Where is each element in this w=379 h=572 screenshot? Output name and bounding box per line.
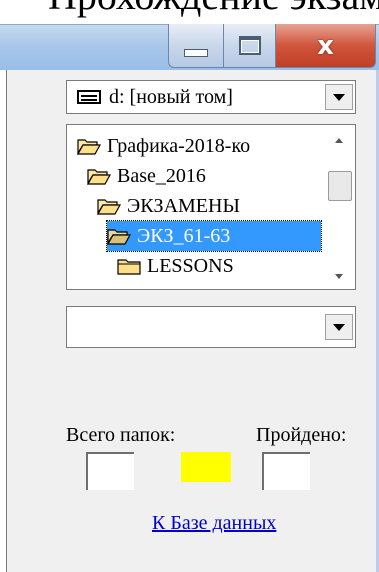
open-folder-icon [97,199,121,215]
minimize-button[interactable] [168,24,224,68]
folder-label: Base_2016 [117,164,206,187]
folder-label: ЭКЗАМЕНЫ [127,194,240,217]
folder-item[interactable]: LESSONS [117,251,234,281]
folder-icon [117,259,141,275]
passed-label: Пройдено: [256,424,347,446]
open-folder-icon [87,169,111,185]
window-controls: x [168,24,376,68]
title-bar: x [0,24,379,71]
left-pane-edge [0,70,7,572]
window: Прохождение экзамену x d: [новый том] [0,0,379,572]
close-icon: x [317,30,334,61]
scroll-down-button[interactable] [323,265,355,287]
folder-item-selected[interactable]: ЭКЗ_61-63 [106,220,322,252]
minimize-icon [184,48,208,57]
database-link[interactable]: К Базе данных [152,512,276,535]
scroll-thumb[interactable] [328,171,352,201]
folder-label: Графика-2018-ко [107,134,251,157]
drive-select[interactable]: d: [новый том] [66,80,356,114]
folder-label: ЭКЗ_61-63 [137,224,231,247]
maximize-icon [238,36,261,55]
close-button[interactable]: x [276,24,376,68]
scroll-up-button[interactable] [323,129,355,151]
chevron-down-icon [333,93,345,101]
passed-field [262,452,310,490]
page-heading-fragment: Прохождение экзамену [48,0,379,16]
chevron-down-icon [335,273,343,279]
chevron-down-icon [333,323,345,331]
drive-icon [77,90,101,104]
folder-label: LESSONS [147,254,234,277]
folder-item[interactable]: Base_2016 [87,161,206,191]
file-type-dropdown-button[interactable] [325,314,353,340]
total-folders-label: Всего папок: [66,424,176,446]
page-heading-strip: Прохождение экзамену [0,0,379,24]
folder-item[interactable]: ЭКЗАМЕНЫ [97,191,240,221]
window-body: d: [новый том] Графика-2018-ко Base_2016 [0,70,379,572]
open-folder-icon [77,139,101,155]
chevron-up-icon [335,137,343,143]
folder-list[interactable]: Графика-2018-ко Base_2016 ЭКЗАМЕНЫ ЭКЗ_6… [66,124,356,290]
drive-select-value: d: [новый том] [109,85,233,108]
folder-list-scrollbar[interactable] [323,125,355,289]
maximize-button[interactable] [224,24,276,68]
status-indicator [181,452,231,482]
file-type-select[interactable] [66,306,356,348]
drive-dropdown-button[interactable] [325,84,353,110]
total-folders-field [86,452,134,490]
open-folder-icon [107,229,131,245]
folder-item[interactable]: Графика-2018-ко [77,131,250,161]
